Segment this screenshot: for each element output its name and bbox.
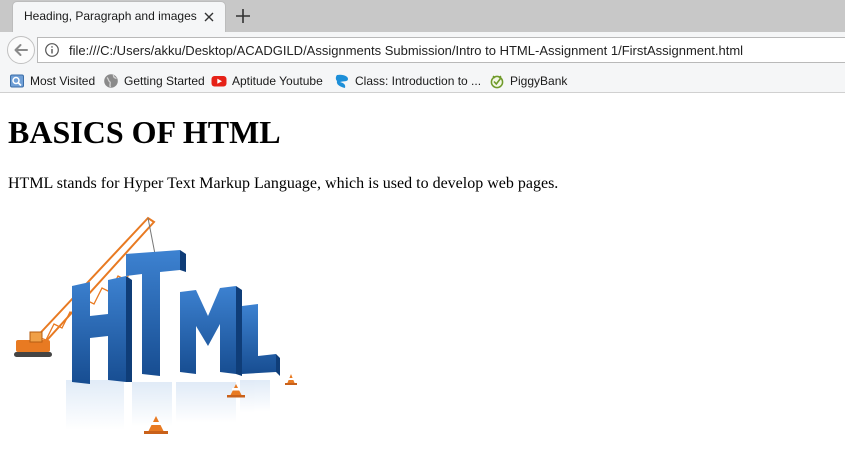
bookmark-label: Aptitude Youtube bbox=[232, 73, 323, 88]
most-visited-icon bbox=[9, 73, 25, 89]
bookmark-piggybank[interactable]: PiggyBank bbox=[489, 72, 567, 89]
new-tab-icon[interactable] bbox=[233, 6, 253, 26]
info-icon[interactable] bbox=[44, 42, 60, 58]
bookmark-getting-started[interactable]: Getting Started bbox=[103, 72, 205, 89]
page-heading: BASICS OF HTML bbox=[8, 114, 281, 150]
bookmarks-toolbar: Most Visited Getting Started Aptitude Yo… bbox=[0, 68, 845, 93]
bookmark-aptitude-youtube[interactable]: Aptitude Youtube bbox=[211, 72, 323, 89]
globe-icon bbox=[103, 73, 119, 89]
back-button[interactable] bbox=[7, 36, 35, 64]
url-text: file:///C:/Users/akku/Desktop/ACADGILD/A… bbox=[69, 43, 744, 58]
html-letters bbox=[72, 250, 280, 384]
url-bar[interactable]: file:///C:/Users/akku/Desktop/ACADGILD/A… bbox=[37, 37, 845, 63]
nav-bar: file:///C:/Users/akku/Desktop/ACADGILD/A… bbox=[0, 32, 845, 68]
back-arrow-icon bbox=[14, 44, 28, 56]
bookmark-class-introduction[interactable]: Class: Introduction to ... bbox=[334, 72, 481, 89]
tab-strip: Heading, Paragraph and images bbox=[0, 0, 845, 32]
text-reflection bbox=[66, 380, 270, 430]
bookmark-most-visited[interactable]: Most Visited bbox=[9, 72, 95, 89]
bookmark-label: Getting Started bbox=[124, 73, 205, 88]
html-construction-image bbox=[14, 216, 297, 434]
page-paragraph: HTML stands for Hyper Text Markup Langua… bbox=[8, 175, 559, 192]
close-icon[interactable] bbox=[201, 9, 217, 25]
page-content: BASICS OF HTML HTML stands for Hyper Tex… bbox=[0, 94, 845, 473]
edureka-icon bbox=[334, 73, 350, 89]
piggybank-icon bbox=[489, 73, 505, 89]
bookmark-label: PiggyBank bbox=[510, 73, 568, 88]
bookmark-label: Most Visited bbox=[30, 73, 96, 88]
youtube-icon bbox=[211, 73, 227, 89]
bookmark-label: Class: Introduction to ... bbox=[355, 73, 482, 88]
active-tab[interactable]: Heading, Paragraph and images bbox=[13, 2, 225, 32]
tab-title: Heading, Paragraph and images bbox=[24, 9, 197, 23]
